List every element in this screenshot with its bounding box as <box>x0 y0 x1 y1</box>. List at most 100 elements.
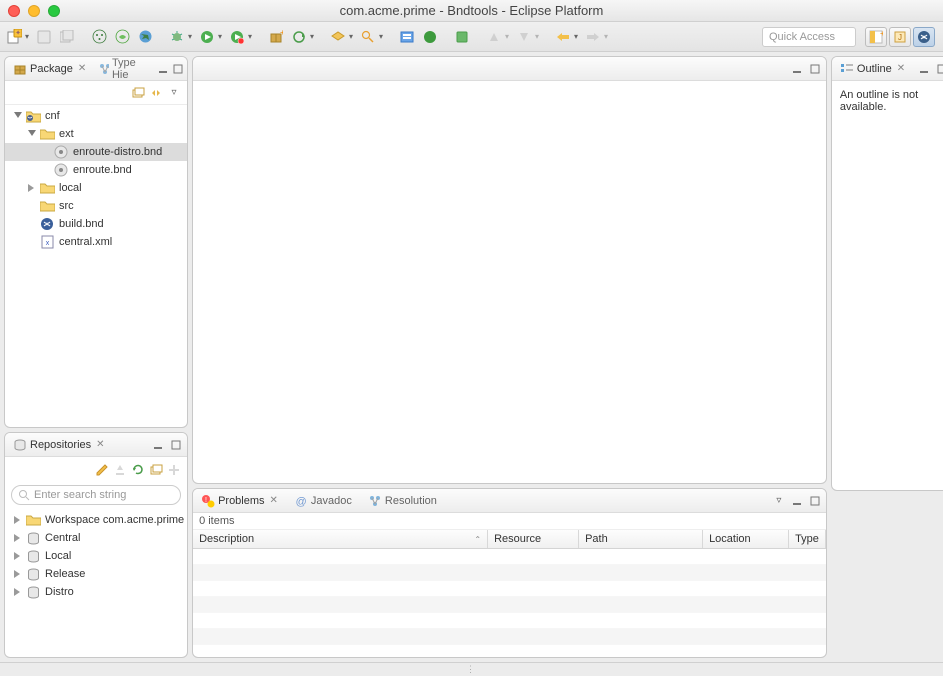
forward-dropdown-icon[interactable]: ▾ <box>602 27 610 47</box>
expand-icon[interactable] <box>13 569 23 579</box>
build-dropdown-icon[interactable]: ▾ <box>308 27 316 47</box>
resolve-button[interactable] <box>420 27 440 47</box>
collapse-all-icon[interactable] <box>149 463 163 477</box>
build-button[interactable] <box>289 27 309 47</box>
java-perspective-button[interactable]: J <box>889 27 911 47</box>
repo-item-central[interactable]: Central <box>5 529 187 547</box>
bnd-perspective-button[interactable] <box>913 27 935 47</box>
next-annotation-dropdown-icon[interactable]: ▾ <box>533 27 541 47</box>
expand-icon[interactable] <box>13 111 23 121</box>
resolution-tab[interactable]: Resolution <box>364 490 441 512</box>
add-repo-icon[interactable] <box>167 463 181 477</box>
repositories-tab[interactable]: Repositories ✕ <box>9 434 109 456</box>
col-resource[interactable]: Resource <box>488 530 579 548</box>
save-button[interactable] <box>34 27 54 47</box>
new-dropdown-icon[interactable]: ▾ <box>23 27 31 47</box>
tree-node-cnf[interactable]: cnf <box>5 107 187 125</box>
expand-icon[interactable] <box>13 515 23 525</box>
repo-item-local[interactable]: Local <box>5 547 187 565</box>
expand-icon[interactable] <box>27 129 37 139</box>
next-annotation-button[interactable] <box>514 27 534 47</box>
maximize-view-icon[interactable] <box>808 494 822 508</box>
col-description[interactable]: Description⌃ <box>193 530 488 548</box>
run-button[interactable] <box>197 27 217 47</box>
forward-button[interactable] <box>583 27 603 47</box>
col-path[interactable]: Path <box>579 530 703 548</box>
back-button[interactable] <box>553 27 573 47</box>
toggle-breadcrumb-button[interactable] <box>397 27 417 47</box>
bottom-tabs: ! Problems ✕ @ Javadoc Resolution <box>197 490 441 512</box>
repo-label: Central <box>43 532 80 544</box>
minimize-view-icon[interactable] <box>790 62 804 76</box>
problems-table-body[interactable] <box>193 549 826 657</box>
close-icon[interactable]: ✕ <box>270 495 278 506</box>
repo-item-release[interactable]: Release <box>5 565 187 583</box>
tree-node-central-xml[interactable]: x central.xml <box>5 233 187 251</box>
view-menu-icon[interactable]: ▿ <box>167 86 181 100</box>
expand-icon[interactable] <box>13 551 23 561</box>
tree-node-src[interactable]: src <box>5 197 187 215</box>
refresh-icon[interactable] <box>131 463 145 477</box>
bnd-workspace-icon[interactable] <box>89 27 109 47</box>
folder-icon <box>39 198 55 214</box>
quick-access-input[interactable]: Quick Access <box>762 27 856 47</box>
bnd-project-icon[interactable] <box>112 27 132 47</box>
type-hierarchy-tab[interactable]: Type Hie <box>94 58 149 80</box>
back-dropdown-icon[interactable]: ▾ <box>572 27 580 47</box>
repositories-tree[interactable]: Workspace com.acme.prime Central Local <box>5 509 187 657</box>
bnd-globe-icon[interactable] <box>135 27 155 47</box>
save-all-button[interactable] <box>57 27 77 47</box>
search-button[interactable] <box>358 27 378 47</box>
prev-annotation-dropdown-icon[interactable]: ▾ <box>503 27 511 47</box>
minimize-view-icon[interactable] <box>917 62 931 76</box>
view-menu-icon[interactable]: ▿ <box>772 494 786 508</box>
svg-text:!: ! <box>205 497 207 504</box>
maximize-view-icon[interactable] <box>808 62 822 76</box>
minimize-view-icon[interactable] <box>790 494 804 508</box>
col-type[interactable]: Type <box>789 530 826 548</box>
tree-node-ext[interactable]: ext <box>5 125 187 143</box>
col-location[interactable]: Location <box>703 530 789 548</box>
open-type-dropdown-icon[interactable]: ▾ <box>347 27 355 47</box>
package-tree[interactable]: cnf ext enroute-distro.bnd enroute.bnd <box>5 105 187 427</box>
terminate-button[interactable] <box>452 27 472 47</box>
minimize-view-icon[interactable] <box>157 62 168 76</box>
new-button[interactable]: ✦ <box>4 27 24 47</box>
repo-item-distro[interactable]: Distro <box>5 583 187 601</box>
expand-icon[interactable] <box>27 183 37 193</box>
debug-button[interactable] <box>167 27 187 47</box>
javadoc-tab[interactable]: @ Javadoc <box>290 490 356 512</box>
link-editor-icon[interactable] <box>149 86 163 100</box>
tree-node-enroute[interactable]: enroute.bnd <box>5 161 187 179</box>
maximize-view-icon[interactable] <box>935 62 943 76</box>
run-last-dropdown-icon[interactable]: ▾ <box>246 27 254 47</box>
collapse-all-icon[interactable] <box>131 86 145 100</box>
close-icon[interactable]: ✕ <box>78 63 86 74</box>
repo-search-input[interactable]: Enter search string <box>11 485 181 505</box>
search-dropdown-icon[interactable]: ▾ <box>377 27 385 47</box>
expand-icon[interactable] <box>13 533 23 543</box>
package-tab[interactable]: Package ✕ <box>9 58 90 80</box>
maximize-view-icon[interactable] <box>169 438 183 452</box>
tree-node-enroute-distro[interactable]: enroute-distro.bnd <box>5 143 187 161</box>
open-type-button[interactable] <box>328 27 348 47</box>
download-icon[interactable] <box>113 463 127 477</box>
maximize-view-icon[interactable] <box>172 62 183 76</box>
tree-node-build[interactable]: build.bnd <box>5 215 187 233</box>
new-package-button[interactable]: + <box>266 27 286 47</box>
debug-dropdown-icon[interactable]: ▾ <box>186 27 194 47</box>
close-icon[interactable]: ✕ <box>96 439 104 450</box>
edit-icon[interactable] <box>95 463 109 477</box>
close-icon[interactable]: ✕ <box>897 63 905 74</box>
repo-item-workspace[interactable]: Workspace com.acme.prime <box>5 511 187 529</box>
outline-tab[interactable]: Outline ✕ <box>836 58 909 80</box>
run-last-button[interactable] <box>227 27 247 47</box>
problems-tab[interactable]: ! Problems ✕ <box>197 490 282 512</box>
minimize-view-icon[interactable] <box>151 438 165 452</box>
expand-icon[interactable] <box>13 587 23 597</box>
prev-annotation-button[interactable] <box>484 27 504 47</box>
repo-search-placeholder: Enter search string <box>34 489 126 501</box>
run-dropdown-icon[interactable]: ▾ <box>216 27 224 47</box>
open-perspective-button[interactable]: + <box>865 27 887 47</box>
tree-node-local[interactable]: local <box>5 179 187 197</box>
